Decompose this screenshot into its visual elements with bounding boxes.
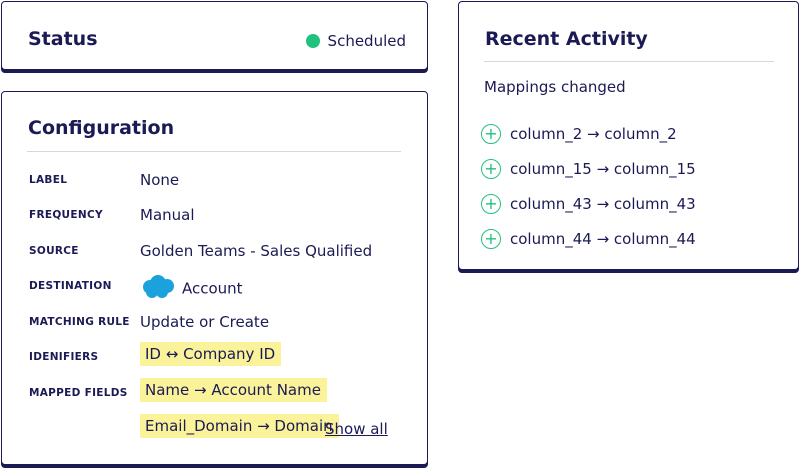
- source-row-value: Golden Teams - Sales Qualified: [140, 242, 373, 260]
- status-card: Status Scheduled: [1, 1, 428, 70]
- frequency-row-value: Manual: [140, 206, 195, 224]
- mapped-field-extra: Email_Domain → Domain: [140, 414, 339, 438]
- plus-circle-icon: +: [481, 159, 501, 179]
- destination-row-label: DESTINATION: [29, 280, 112, 292]
- activity-subtitle: Mappings changed: [484, 78, 626, 96]
- recent-activity-card: Recent Activity Mappings changed + colum…: [458, 1, 799, 270]
- frequency-row-label: FREQUENCY: [29, 209, 103, 221]
- status-text: Scheduled: [327, 32, 406, 50]
- activity-item: + column_15 → column_15: [481, 159, 696, 179]
- show-all-link[interactable]: Show all: [325, 420, 388, 438]
- activity-item-text: column_15 → column_15: [510, 160, 696, 178]
- activity-item-text: column_44 → column_44: [510, 230, 696, 248]
- activity-item: + column_44 → column_44: [481, 229, 696, 249]
- destination-value-text: Account: [182, 279, 243, 298]
- destination-row-value: Account: [140, 274, 243, 304]
- matching-rule-row-label: MATCHING RULE: [29, 316, 130, 328]
- recent-activity-title: Recent Activity: [485, 28, 648, 50]
- mapped-field-highlight-2: Email_Domain → Domain: [140, 414, 339, 438]
- activity-divider: [484, 61, 774, 62]
- identifiers-row-label: IDENIFIERS: [29, 351, 99, 363]
- mapped-fields-row-label: MAPPED FIELDS: [29, 387, 128, 399]
- label-row-value: None: [140, 171, 180, 189]
- configuration-card: Configuration LABEL None FREQUENCY Manua…: [1, 91, 428, 465]
- status-indicator: Scheduled: [305, 32, 406, 50]
- mapped-fields-row-value: Name → Account Name: [140, 378, 327, 402]
- activity-item-text: column_2 → column_2: [510, 125, 677, 143]
- label-row-label: LABEL: [29, 174, 68, 186]
- activity-item-text: column_43 → column_43: [510, 195, 696, 213]
- configuration-divider: [27, 151, 401, 152]
- matching-rule-row-value: Update or Create: [140, 313, 270, 331]
- source-row-label: SOURCE: [29, 245, 79, 257]
- identifiers-row-value: ID ↔ Company ID: [140, 342, 282, 366]
- mapped-field-highlight: Name → Account Name: [140, 378, 327, 402]
- activity-item: + column_2 → column_2: [481, 124, 677, 144]
- plus-circle-icon: +: [481, 194, 501, 214]
- plus-circle-icon: +: [481, 229, 501, 249]
- status-dot-icon: [305, 34, 320, 48]
- plus-circle-icon: +: [481, 124, 501, 144]
- configuration-title: Configuration: [28, 117, 175, 139]
- salesforce-cloud-icon: [140, 274, 176, 304]
- identifiers-highlight: ID ↔ Company ID: [140, 342, 282, 366]
- activity-item: + column_43 → column_43: [481, 194, 696, 214]
- status-title: Status: [28, 28, 98, 50]
